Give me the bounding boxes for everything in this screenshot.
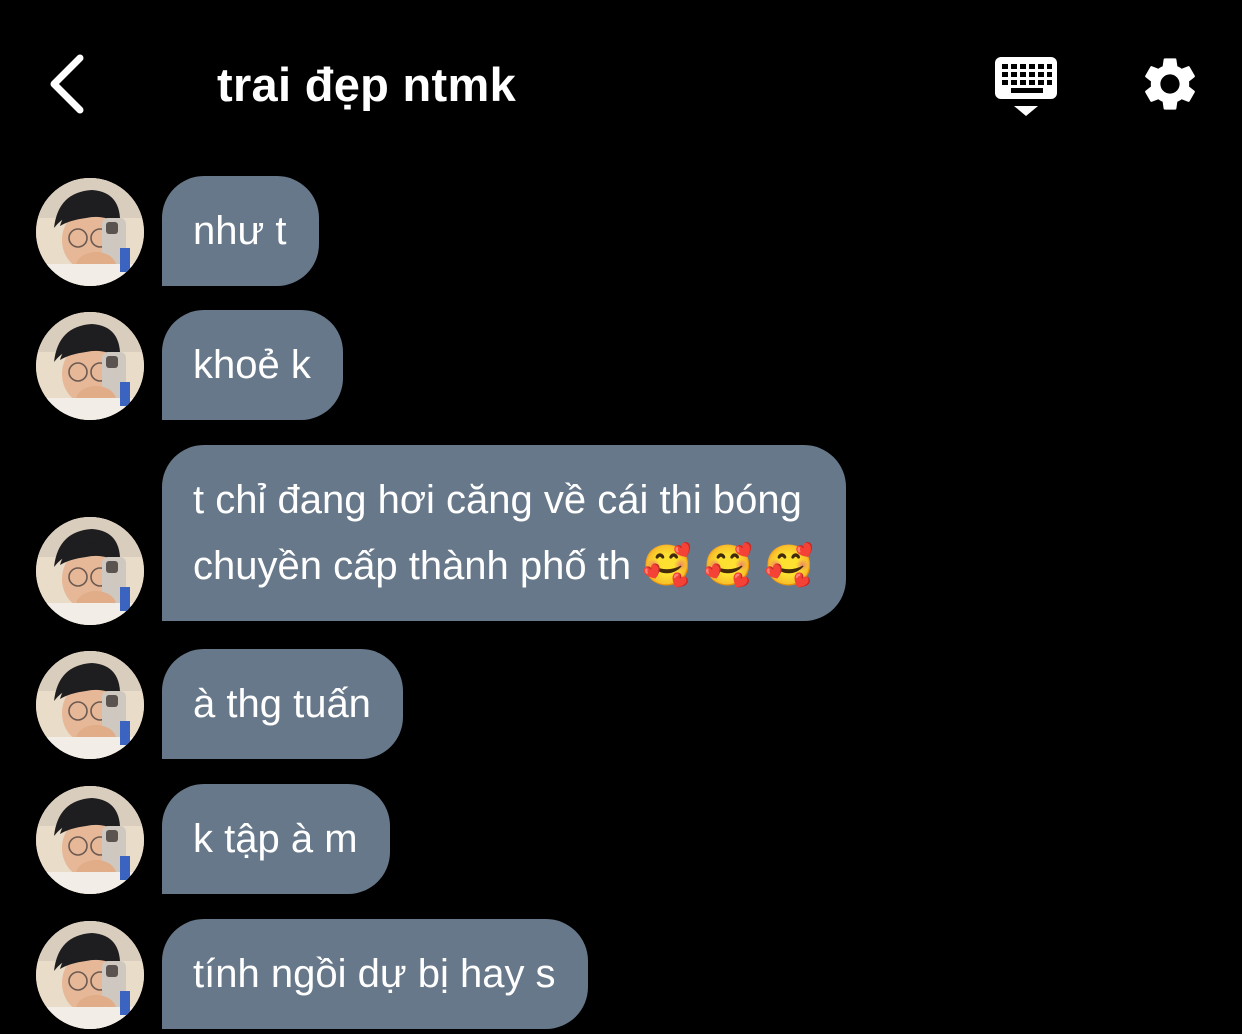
- message-bubble[interactable]: à thg tuấn: [162, 649, 403, 759]
- avatar[interactable]: [36, 517, 144, 625]
- avatar[interactable]: [36, 178, 144, 286]
- message-bubble[interactable]: như t: [162, 176, 319, 286]
- avatar[interactable]: [36, 921, 144, 1029]
- avatar[interactable]: [36, 651, 144, 759]
- avatar[interactable]: [36, 312, 144, 420]
- message-text: à thg tuấn: [193, 682, 371, 726]
- message-list[interactable]: như t khoẻ k t chỉ đang hơi căng về cái …: [0, 0, 1242, 1034]
- message-text-line: t chỉ đang hơi căng về cái thi bóng: [193, 478, 802, 522]
- message-text: như t: [193, 209, 287, 253]
- message-bubble[interactable]: tính ngồi dự bị hay s: [162, 919, 588, 1029]
- message-text: khoẻ k: [193, 343, 311, 387]
- message-bubble[interactable]: khoẻ k: [162, 310, 343, 420]
- message-text-line: chuyền cấp thành phố th 🥰 🥰 🥰: [193, 544, 814, 588]
- message-text: k tập à m: [193, 817, 358, 861]
- message-text: tính ngồi dự bị hay s: [193, 952, 556, 996]
- message-bubble[interactable]: k tập à m: [162, 784, 390, 894]
- message-bubble[interactable]: t chỉ đang hơi căng về cái thi bóng chuy…: [162, 445, 846, 621]
- avatar[interactable]: [36, 786, 144, 894]
